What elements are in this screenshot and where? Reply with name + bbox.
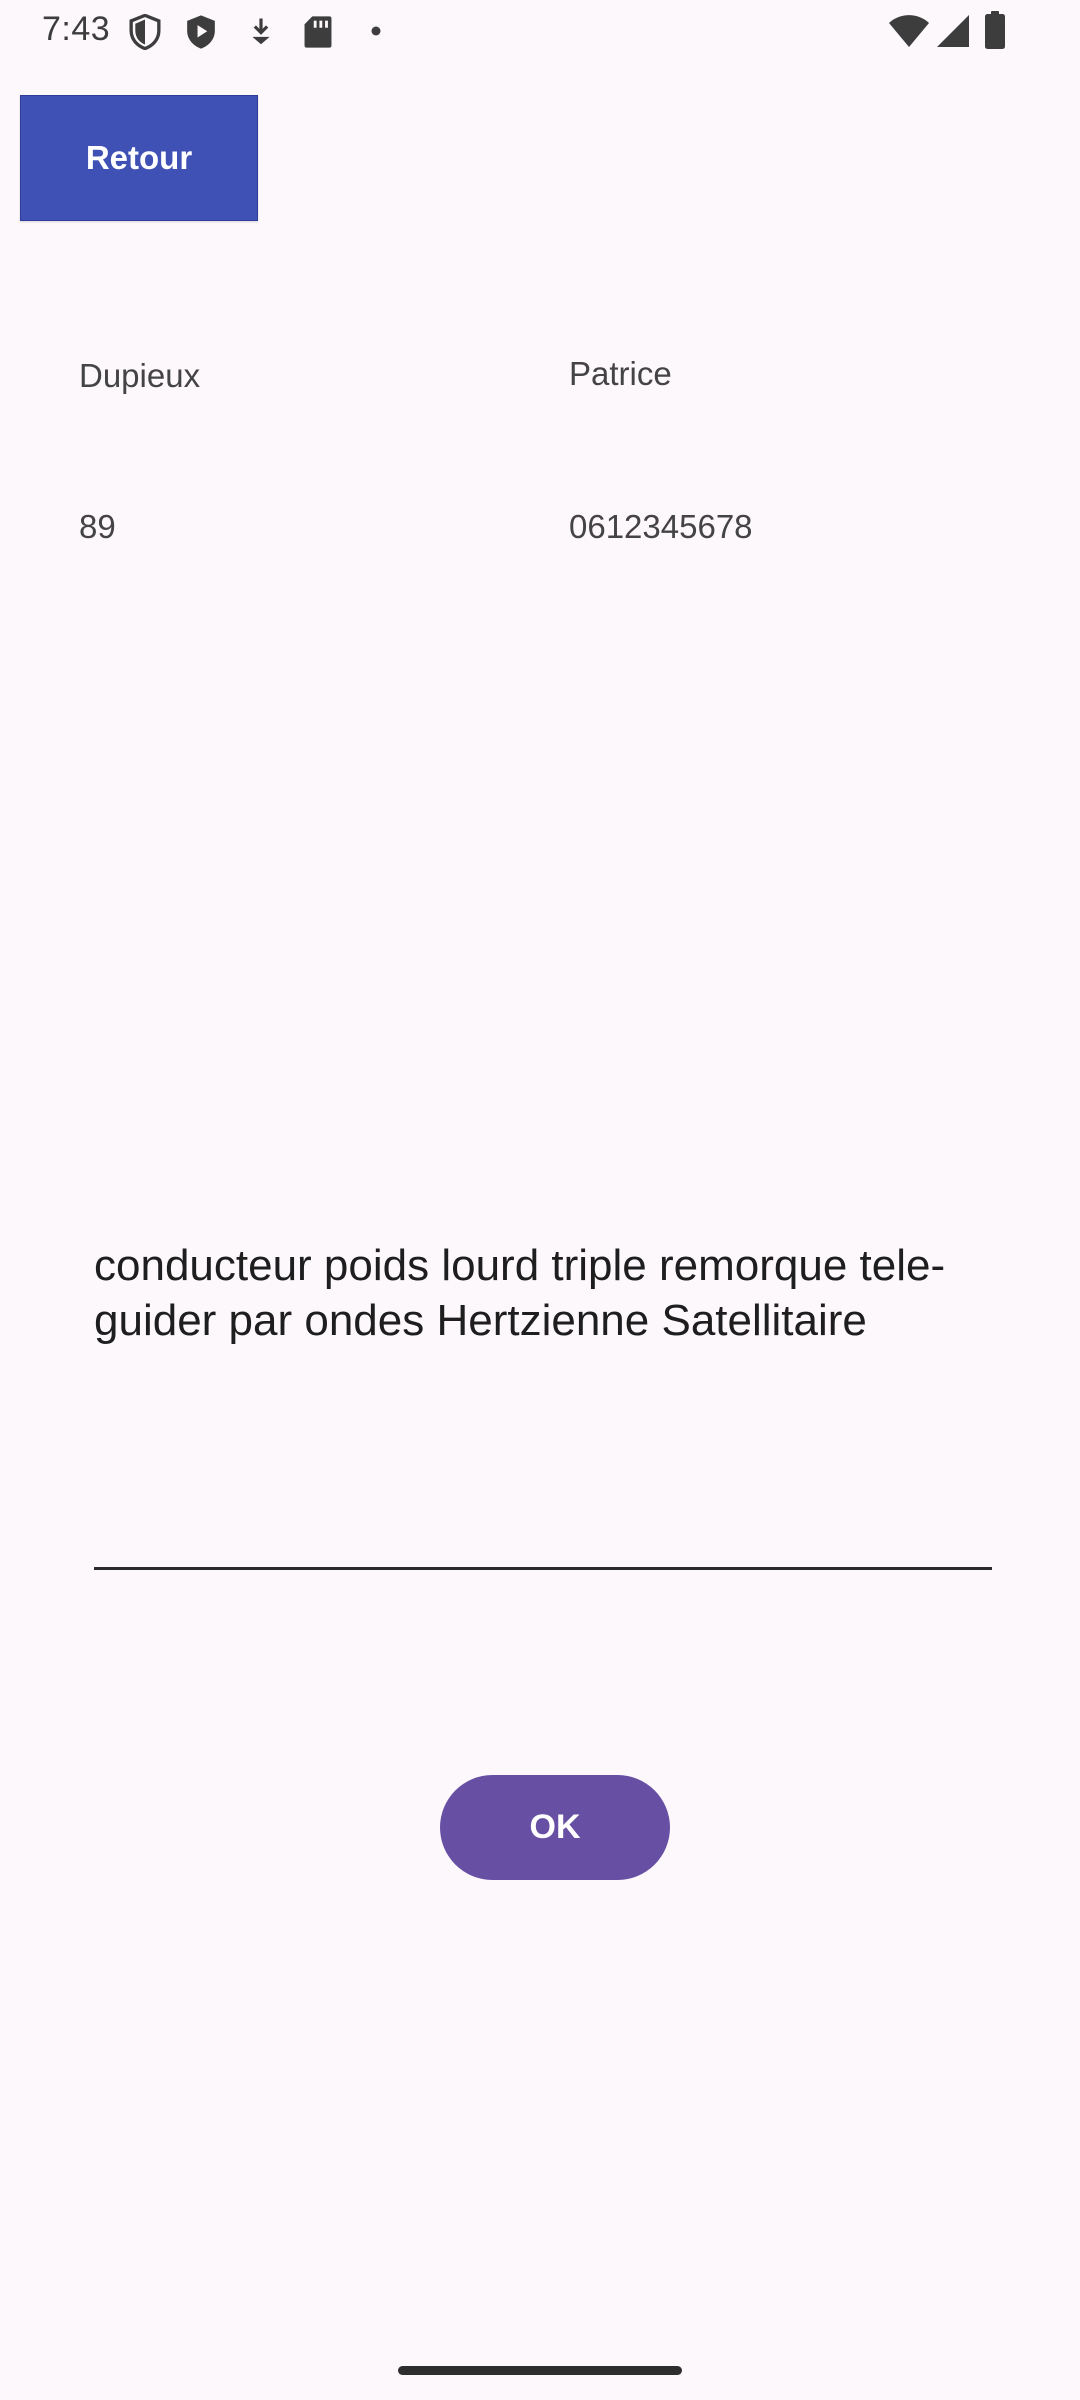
play-shield-icon — [187, 15, 215, 49]
last-name-text: Dupieux — [79, 357, 201, 394]
back-button[interactable]: Retour — [20, 95, 258, 221]
gesture-nav-handle[interactable] — [398, 2366, 682, 2375]
phone-text: 0612345678 — [569, 508, 753, 545]
battery-icon — [985, 11, 1005, 49]
first-name-text: Patrice — [569, 355, 672, 392]
description-field[interactable]: conducteur poids lourd triple remorque t… — [94, 1238, 992, 1570]
sd-card-icon — [304, 16, 332, 48]
download-icon — [252, 18, 270, 45]
cellular-signal-icon — [937, 15, 969, 47]
shield-outline-icon — [129, 14, 161, 50]
description-text: conducteur poids lourd triple remorque t… — [94, 1241, 946, 1345]
dot-icon — [371, 26, 381, 36]
status-bar: 7:43 — [0, 0, 1080, 62]
number-text: 89 — [79, 508, 116, 545]
ok-button[interactable]: OK — [440, 1775, 670, 1880]
status-time: 7:43 — [42, 10, 111, 48]
wifi-icon — [889, 15, 929, 47]
